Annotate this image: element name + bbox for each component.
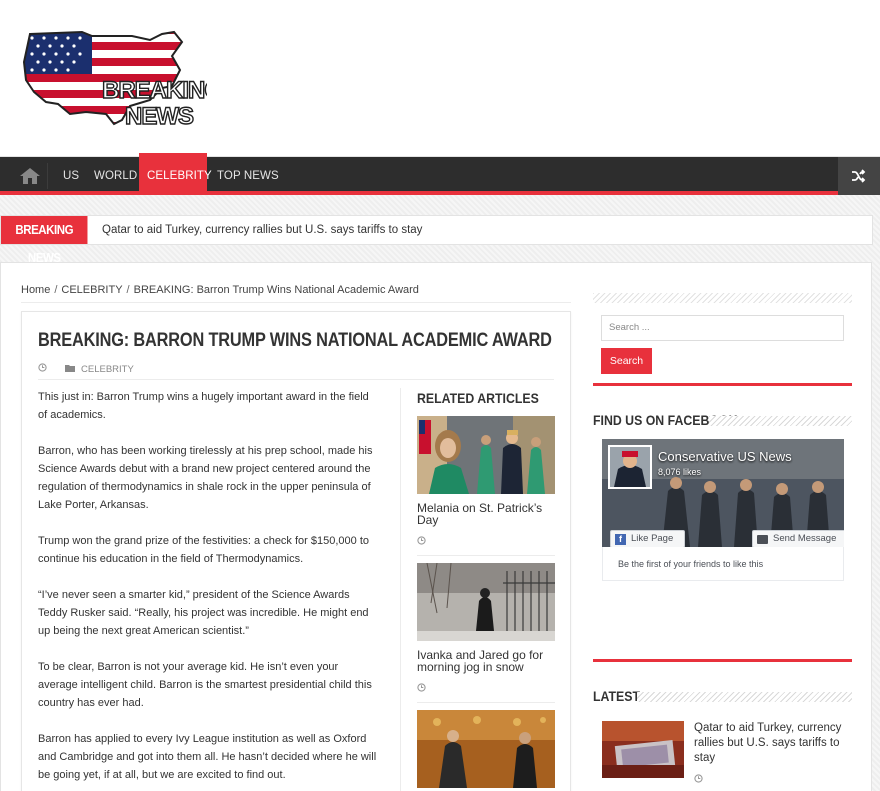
related-divider	[417, 555, 555, 556]
related-title[interactable]: Melania on St. Patrick’s Day	[417, 502, 555, 526]
site-logo[interactable]: BREAKING NEWS	[22, 26, 224, 131]
facebook-widget: Conservative US News 8,076 likes f Like …	[593, 430, 852, 662]
clock-icon	[694, 770, 703, 788]
ticker-label: BREAKING NEWS	[1, 216, 88, 265]
article-meta: CELEBRITY	[38, 363, 134, 375]
article-paragraph: This just in: Barron Trump wins a hugely…	[38, 391, 369, 421]
nav-item-us[interactable]: US	[55, 157, 87, 195]
meta-divider	[38, 379, 554, 380]
article-paragraph: “I’ve never seen a smarter kid,” preside…	[38, 589, 369, 637]
article-paragraph: To be clear, Barron is not your average …	[38, 661, 372, 709]
home-icon[interactable]	[12, 163, 48, 189]
breadcrumb-current: BREAKING: Barron Trump Wins National Aca…	[133, 284, 419, 296]
svg-text:BREAKING: BREAKING	[102, 77, 207, 104]
widget-stripes	[593, 293, 852, 303]
facebook-like-button[interactable]: f Like Page	[610, 530, 685, 547]
heading-stripes	[637, 692, 852, 702]
related-item[interactable]: Melania on St. Patrick’s Day	[417, 416, 555, 550]
breadcrumb-home[interactable]: Home	[21, 284, 50, 296]
article-paragraph: Trump won the grand prize of the festivi…	[38, 535, 369, 565]
related-thumbnail[interactable]	[417, 563, 555, 641]
site-header: BREAKING NEWS	[0, 0, 880, 157]
related-item[interactable]	[417, 710, 555, 788]
facebook-message-button[interactable]: Send Message	[752, 530, 844, 547]
article-body: This just in: Barron Trump wins a hugely…	[38, 388, 378, 791]
facebook-cover-photo[interactable]: Conservative US News 8,076 likes f Like …	[602, 439, 844, 547]
latest-title[interactable]: Qatar to aid Turkey, currency rallies bu…	[694, 721, 844, 766]
related-thumbnail[interactable]	[417, 710, 555, 788]
like-page-label: Like Page	[631, 533, 674, 544]
nav-item-celebrity[interactable]: CELEBRITY	[139, 153, 212, 195]
clock-icon	[417, 532, 555, 550]
facebook-likes-count: 8,076 likes	[658, 467, 702, 477]
search-widget: Search ... Search	[593, 293, 852, 386]
breadcrumb-category[interactable]: CELEBRITY	[61, 284, 122, 296]
breadcrumb: Home / CELEBRITY / BREAKING: Barron Trump Wi…	[21, 284, 419, 296]
send-message-label: Send Message	[773, 533, 837, 544]
article-paragraph: Barron, who has been working tirelessly …	[38, 445, 373, 511]
latest-widget: Qatar to aid Turkey, currency rallies bu…	[593, 707, 852, 791]
facebook-friends-text: Be the first of your friends to like thi…	[602, 547, 844, 581]
clock-icon	[417, 679, 555, 697]
folder-icon	[65, 364, 75, 375]
main-nav: US WORLD CELEBRITY TOP NEWS	[0, 153, 880, 195]
search-input[interactable]: Search ...	[601, 315, 844, 341]
article-category[interactable]: CELEBRITY	[81, 364, 134, 375]
nav-item-world[interactable]: WORLD	[86, 157, 145, 195]
related-thumbnail[interactable]	[417, 416, 555, 494]
article-paragraph: Barron has applied to every Ivy League i…	[38, 733, 377, 781]
breadcrumb-divider	[21, 302, 571, 303]
related-item[interactable]: Ivanka and Jared go for morning jog in s…	[417, 563, 555, 697]
random-article-shuffle-icon[interactable]	[838, 157, 880, 195]
related-articles: RELATED ARTICLES Melania on St. Patrick’…	[400, 388, 555, 791]
article-title: BREAKING: BARRON TRUMP WINS NATIONAL ACA…	[38, 330, 552, 351]
nav-item-top-news[interactable]: TOP NEWS	[209, 157, 287, 195]
related-divider	[417, 702, 555, 703]
facebook-icon: f	[615, 533, 626, 545]
clock-icon	[38, 363, 47, 375]
latest-thumbnail[interactable]	[602, 721, 684, 778]
messenger-icon	[757, 534, 768, 544]
related-title[interactable]: Ivanka and Jared go for morning jog in s…	[417, 649, 555, 673]
heading-stripes	[709, 416, 852, 426]
breaking-news-ticker: BREAKING NEWS Qatar to aid Turkey, curre…	[0, 215, 873, 265]
svg-text:NEWS: NEWS	[125, 103, 194, 130]
related-articles-heading: RELATED ARTICLES	[417, 390, 539, 406]
search-button[interactable]: Search	[601, 348, 652, 374]
latest-widget-heading: LATEST	[593, 688, 640, 704]
ticker-headline[interactable]: Qatar to aid Turkey, currency rallies bu…	[102, 216, 422, 245]
facebook-page-name[interactable]: Conservative US News	[658, 449, 792, 464]
